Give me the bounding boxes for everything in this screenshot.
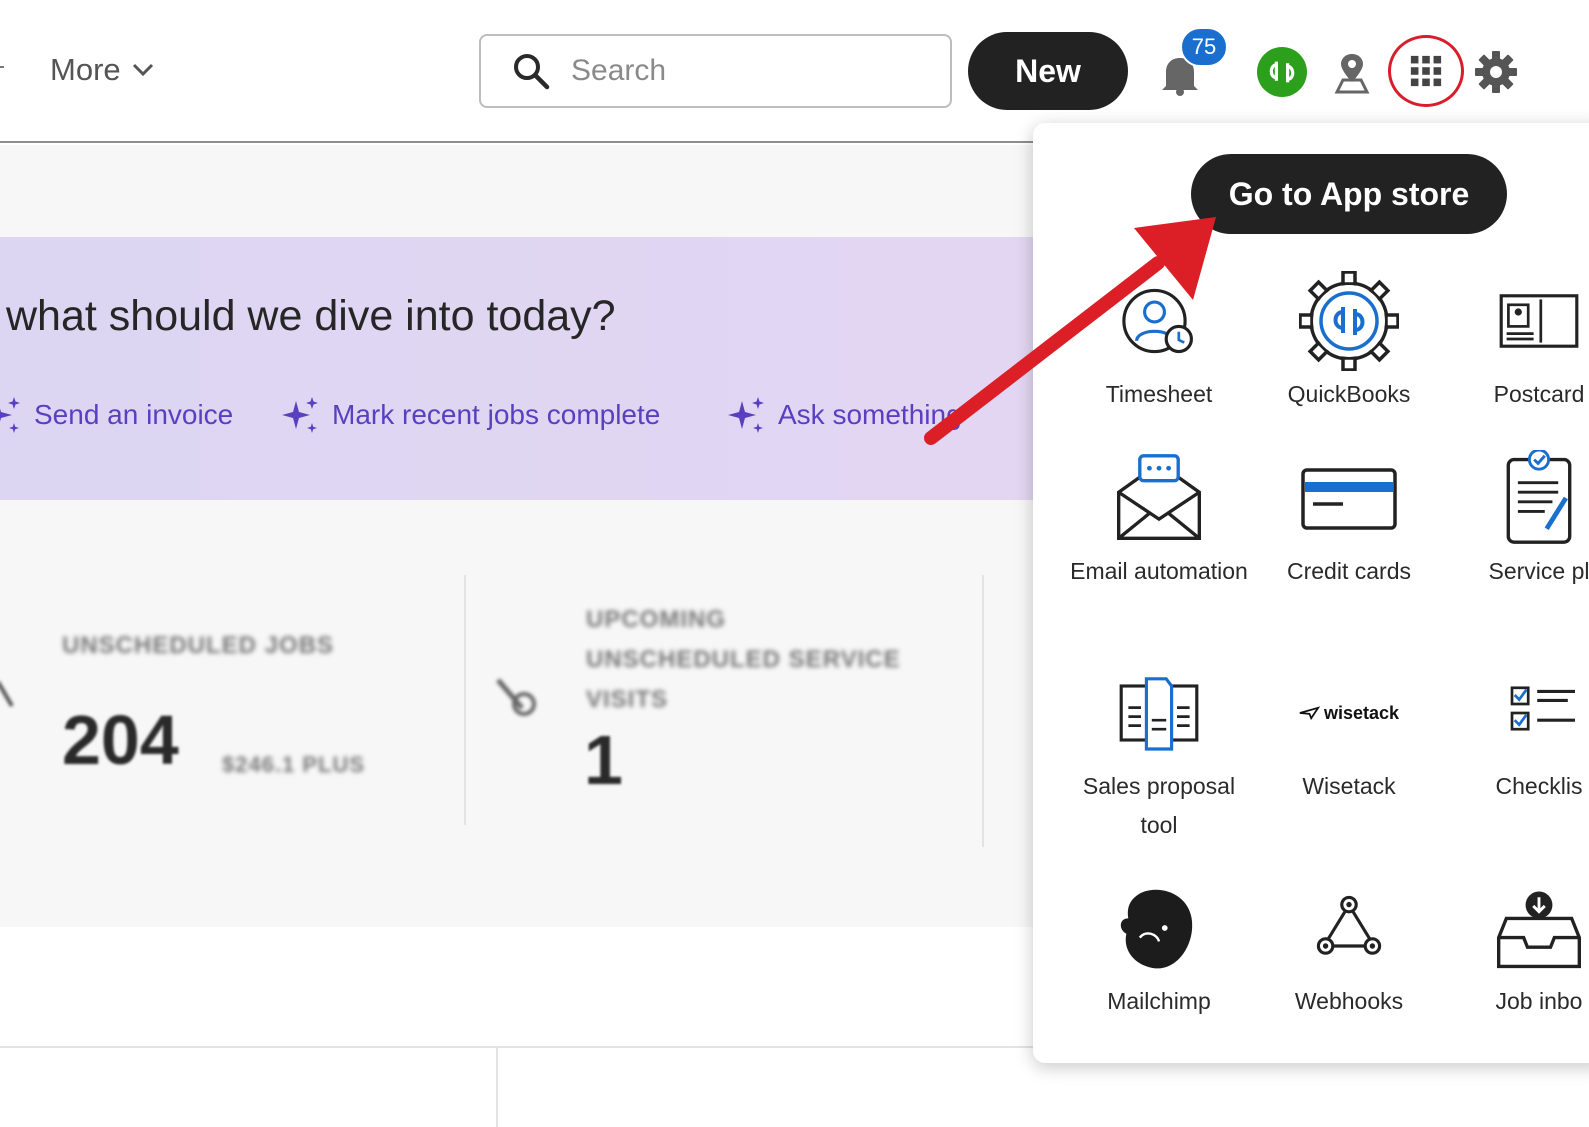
app-wisetack[interactable]: wisetack Wisetack	[1254, 663, 1444, 806]
app-credit-cards[interactable]: Credit cards	[1254, 448, 1444, 591]
notification-badge: 75	[1180, 27, 1228, 67]
more-menu[interactable]: More	[50, 52, 155, 88]
app-label: Timesheet	[1105, 381, 1213, 407]
app-email-automation[interactable]: Email automation	[1064, 448, 1254, 591]
stat-subvalue: $246.1 PLUS	[222, 752, 366, 777]
action-label: Mark recent jobs complete	[332, 399, 661, 430]
gear-icon[interactable]	[1474, 50, 1518, 94]
app-sales-proposal[interactable]: Sales proposal tool	[1064, 663, 1254, 845]
app-checklist[interactable]: Checklis	[1444, 663, 1589, 806]
app-job-inbox[interactable]: Job inbo	[1444, 878, 1589, 1021]
postcard-icon	[1489, 271, 1589, 371]
wisetack-logo-text: wisetack	[1323, 702, 1399, 723]
search-input[interactable]	[571, 54, 931, 88]
app-service-plan[interactable]: Service pl	[1444, 448, 1589, 591]
quickbooks-gear-icon	[1299, 271, 1399, 371]
quickbooks-logo-icon[interactable]	[1257, 47, 1307, 97]
wrench-icon	[0, 681, 14, 708]
app-label: Checklis	[1495, 773, 1583, 799]
chevron-down-icon	[132, 63, 153, 77]
app-postcard[interactable]: Postcard	[1444, 271, 1589, 414]
search-box[interactable]	[479, 34, 952, 108]
job-inbox-icon	[1489, 878, 1589, 978]
search-icon	[514, 54, 550, 90]
timesheet-icon	[1109, 271, 1209, 371]
stat-label: UNSCHEDULED JOBS	[62, 632, 335, 659]
banner-title: what should we dive into today?	[6, 292, 616, 340]
action-label: Send an invoice	[34, 399, 234, 430]
service-plan-icon	[1489, 448, 1589, 548]
mark-jobs-complete-action[interactable]: Mark recent jobs complete	[280, 395, 660, 435]
app-label: Job inbo	[1495, 988, 1583, 1014]
nav-edge-mark	[0, 66, 4, 68]
app-timesheet[interactable]: Timesheet	[1064, 271, 1254, 414]
app-mailchimp[interactable]: Mailchimp	[1064, 878, 1254, 1021]
email-automation-icon	[1109, 448, 1209, 548]
sparkle-icon	[728, 397, 764, 433]
app-label: Webhooks	[1294, 988, 1404, 1014]
stat-divider	[464, 575, 466, 825]
ask-something-action[interactable]: Ask something	[726, 395, 962, 435]
mailchimp-icon	[1109, 878, 1209, 978]
app-label: Postcard	[1493, 381, 1585, 407]
webhooks-icon	[1299, 878, 1399, 978]
app-label: Email automation	[1070, 558, 1248, 584]
send-invoice-action[interactable]: Send an invoice	[0, 395, 233, 435]
app-label: Service pl	[1488, 558, 1589, 584]
action-label: Ask something	[778, 399, 962, 430]
sparkle-icon	[282, 397, 318, 433]
location-pin-icon[interactable]	[1333, 50, 1371, 94]
ai-prompt-banner	[0, 237, 1100, 500]
app-label: QuickBooks	[1287, 381, 1411, 407]
credit-card-icon	[1299, 448, 1399, 548]
wisetack-logo: wisetack	[1299, 663, 1399, 763]
go-to-app-store-button[interactable]: Go to App store	[1191, 154, 1507, 234]
lower-divider-v	[496, 1046, 498, 1127]
apps-dropdown: Go to App store Timesheet QuickBooks Pos…	[1033, 123, 1589, 1063]
top-header: More New 75	[0, 0, 1589, 143]
app-quickbooks[interactable]: QuickBooks	[1254, 271, 1444, 414]
stat-value: 204	[62, 701, 179, 779]
grid-icon	[1410, 55, 1442, 87]
app-label: Wisetack	[1302, 773, 1396, 799]
stat-value: 1	[584, 721, 623, 799]
checklist-icon	[1489, 663, 1589, 763]
stat-label: UPCOMING UNSCHEDULED SERVICE VISITS	[586, 606, 901, 713]
sales-proposal-icon	[1109, 663, 1209, 763]
app-label: Credit cards	[1287, 558, 1411, 584]
stat-divider	[982, 575, 984, 847]
sparkle-icon	[0, 397, 20, 433]
more-label: More	[50, 52, 121, 87]
apps-grid-button[interactable]	[1388, 35, 1464, 107]
app-label: Mailchimp	[1107, 988, 1211, 1014]
app-webhooks[interactable]: Webhooks	[1254, 878, 1444, 1021]
app-label: Sales proposal tool	[1082, 773, 1236, 838]
new-button[interactable]: New	[968, 32, 1128, 110]
lower-divider-h	[0, 1046, 1040, 1048]
service-visit-icon	[496, 678, 536, 716]
